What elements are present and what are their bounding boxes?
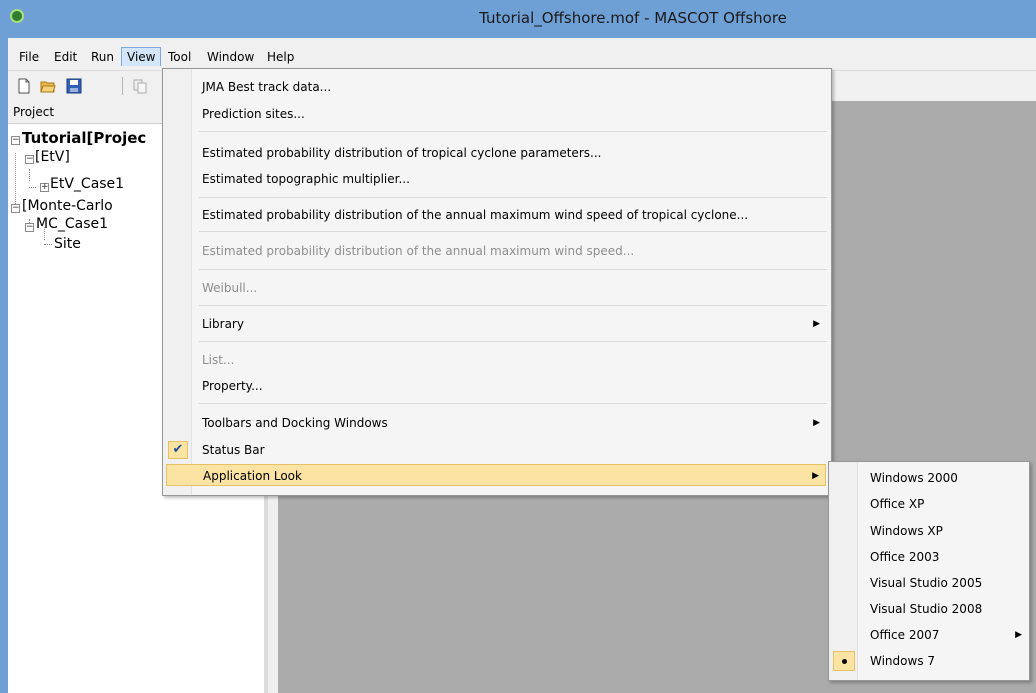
menu-edit[interactable]: Edit <box>49 48 82 66</box>
menu-window[interactable]: Window <box>202 48 259 66</box>
menu-item-annual-max-wind-tc[interactable]: Estimated probability distribution of th… <box>166 204 826 226</box>
radio-dot-icon <box>833 651 855 671</box>
menu-file[interactable]: File <box>14 48 44 66</box>
tree-expand-icon[interactable]: + <box>40 183 49 192</box>
submenu-item-label: Visual Studio 2008 <box>870 602 983 616</box>
menu-run[interactable]: Run <box>86 48 119 66</box>
tree-node-etv[interactable]: [EtV] <box>35 149 70 165</box>
menu-item-label: Toolbars and Docking Windows <box>202 416 388 430</box>
menu-separator <box>199 197 827 198</box>
tree-collapse-icon[interactable]: − <box>25 155 34 164</box>
submenu-item-label: Office 2007 <box>870 628 940 642</box>
menu-item-weibull: Weibull... <box>166 277 826 299</box>
menu-item-topographic-multiplier[interactable]: Estimated topographic multiplier... <box>166 168 826 190</box>
look-office-2007[interactable]: Office 2007 ▶ <box>832 624 1026 646</box>
submenu-item-label: Windows 2000 <box>870 471 958 485</box>
submenu-item-label: Visual Studio 2005 <box>870 576 983 590</box>
checkmark-icon: ✔ <box>168 441 188 459</box>
menu-item-tc-parameters[interactable]: Estimated probability distribution of tr… <box>166 142 826 164</box>
save-icon[interactable] <box>66 78 82 94</box>
look-windows-7[interactable]: Windows 7 <box>832 650 1026 672</box>
tree-collapse-icon[interactable]: − <box>11 136 20 145</box>
menu-item-label: Estimated probability distribution of tr… <box>202 146 602 160</box>
submenu-arrow-icon: ▶ <box>812 471 819 481</box>
menu-separator <box>199 305 827 306</box>
submenu-item-label: Office 2003 <box>870 550 940 564</box>
tree-node-mc-case1[interactable]: MC_Case1 <box>36 216 108 232</box>
app-window: Tutorial_Offshore.mof - MASCOT Offshore … <box>0 0 1036 693</box>
tree-node-project[interactable]: Tutorial[Projec <box>22 129 146 147</box>
submenu-item-label: Office XP <box>870 497 925 511</box>
look-office-2003[interactable]: Office 2003 <box>832 546 1026 568</box>
submenu-arrow-icon: ▶ <box>1015 630 1022 640</box>
menu-item-label: JMA Best track data... <box>202 80 332 94</box>
menu-item-property[interactable]: Property... <box>166 375 826 397</box>
look-visual-studio-2008[interactable]: Visual Studio 2008 <box>832 598 1026 620</box>
menu-item-label: Status Bar <box>202 443 265 457</box>
new-file-icon[interactable] <box>16 78 32 94</box>
toolbar-separator <box>122 77 123 95</box>
menu-item-list: List... <box>166 349 826 371</box>
window-title: Tutorial_Offshore.mof - MASCOT Offshore <box>479 9 787 27</box>
menu-separator <box>199 131 827 132</box>
menu-item-label: Weibull... <box>202 281 258 295</box>
title-bar: Tutorial_Offshore.mof - MASCOT Offshore <box>0 0 1036 36</box>
menu-item-label: Estimated topographic multiplier... <box>202 172 410 186</box>
menu-item-label: Estimated probability distribution of th… <box>202 208 749 222</box>
menu-item-label: Application Look <box>203 469 302 483</box>
look-windows-2000[interactable]: Windows 2000 <box>832 467 1026 489</box>
menu-item-jma-best-track[interactable]: JMA Best track data... <box>166 76 826 98</box>
menu-item-label: Library <box>202 317 244 331</box>
tree-node-etv-case1[interactable]: EtV_Case1 <box>50 176 124 192</box>
tree-node-site[interactable]: Site <box>54 236 81 252</box>
menu-view[interactable]: View <box>121 47 162 66</box>
look-windows-xp[interactable]: Windows XP <box>832 520 1026 542</box>
menu-separator <box>199 269 827 270</box>
copy-icon[interactable] <box>132 78 148 94</box>
menu-help[interactable]: Help <box>262 48 299 66</box>
menu-item-application-look[interactable]: Application Look ▶ <box>166 464 826 486</box>
look-office-xp[interactable]: Office XP <box>832 493 1026 515</box>
tree-collapse-icon[interactable]: − <box>25 223 34 232</box>
open-folder-icon[interactable] <box>40 78 56 94</box>
menu-item-prediction-sites[interactable]: Prediction sites... <box>166 103 826 125</box>
submenu-item-label: Windows 7 <box>870 654 936 668</box>
tree-collapse-icon[interactable]: − <box>11 204 20 213</box>
menu-separator <box>199 341 827 342</box>
menu-item-annual-max-wind: Estimated probability distribution of th… <box>166 240 826 262</box>
menu-item-toolbars-docking[interactable]: Toolbars and Docking Windows ▶ <box>166 412 826 434</box>
menu-item-status-bar[interactable]: ✔ Status Bar <box>166 439 826 461</box>
look-visual-studio-2005[interactable]: Visual Studio 2005 <box>832 572 1026 594</box>
menu-separator <box>199 231 827 232</box>
menu-item-label: Prediction sites... <box>202 107 305 121</box>
menu-tool[interactable]: Tool <box>163 48 196 66</box>
view-menu-dropdown: JMA Best track data... Prediction sites.… <box>162 68 832 496</box>
submenu-item-label: Windows XP <box>870 524 943 538</box>
menu-item-label: Property... <box>202 379 263 393</box>
application-look-submenu: Windows 2000 Office XP Windows XP Office… <box>828 461 1030 681</box>
menu-bar: File Edit Run View Tool Window Help <box>8 46 1036 68</box>
menu-separator <box>199 403 827 404</box>
menu-item-label: List... <box>202 353 235 367</box>
submenu-arrow-icon: ▶ <box>813 319 820 329</box>
tree-node-monte-carlo[interactable]: [Monte-Carlo <box>22 198 113 214</box>
menu-item-library[interactable]: Library ▶ <box>166 313 826 335</box>
menu-item-label: Estimated probability distribution of th… <box>202 244 635 258</box>
submenu-arrow-icon: ▶ <box>813 418 820 428</box>
